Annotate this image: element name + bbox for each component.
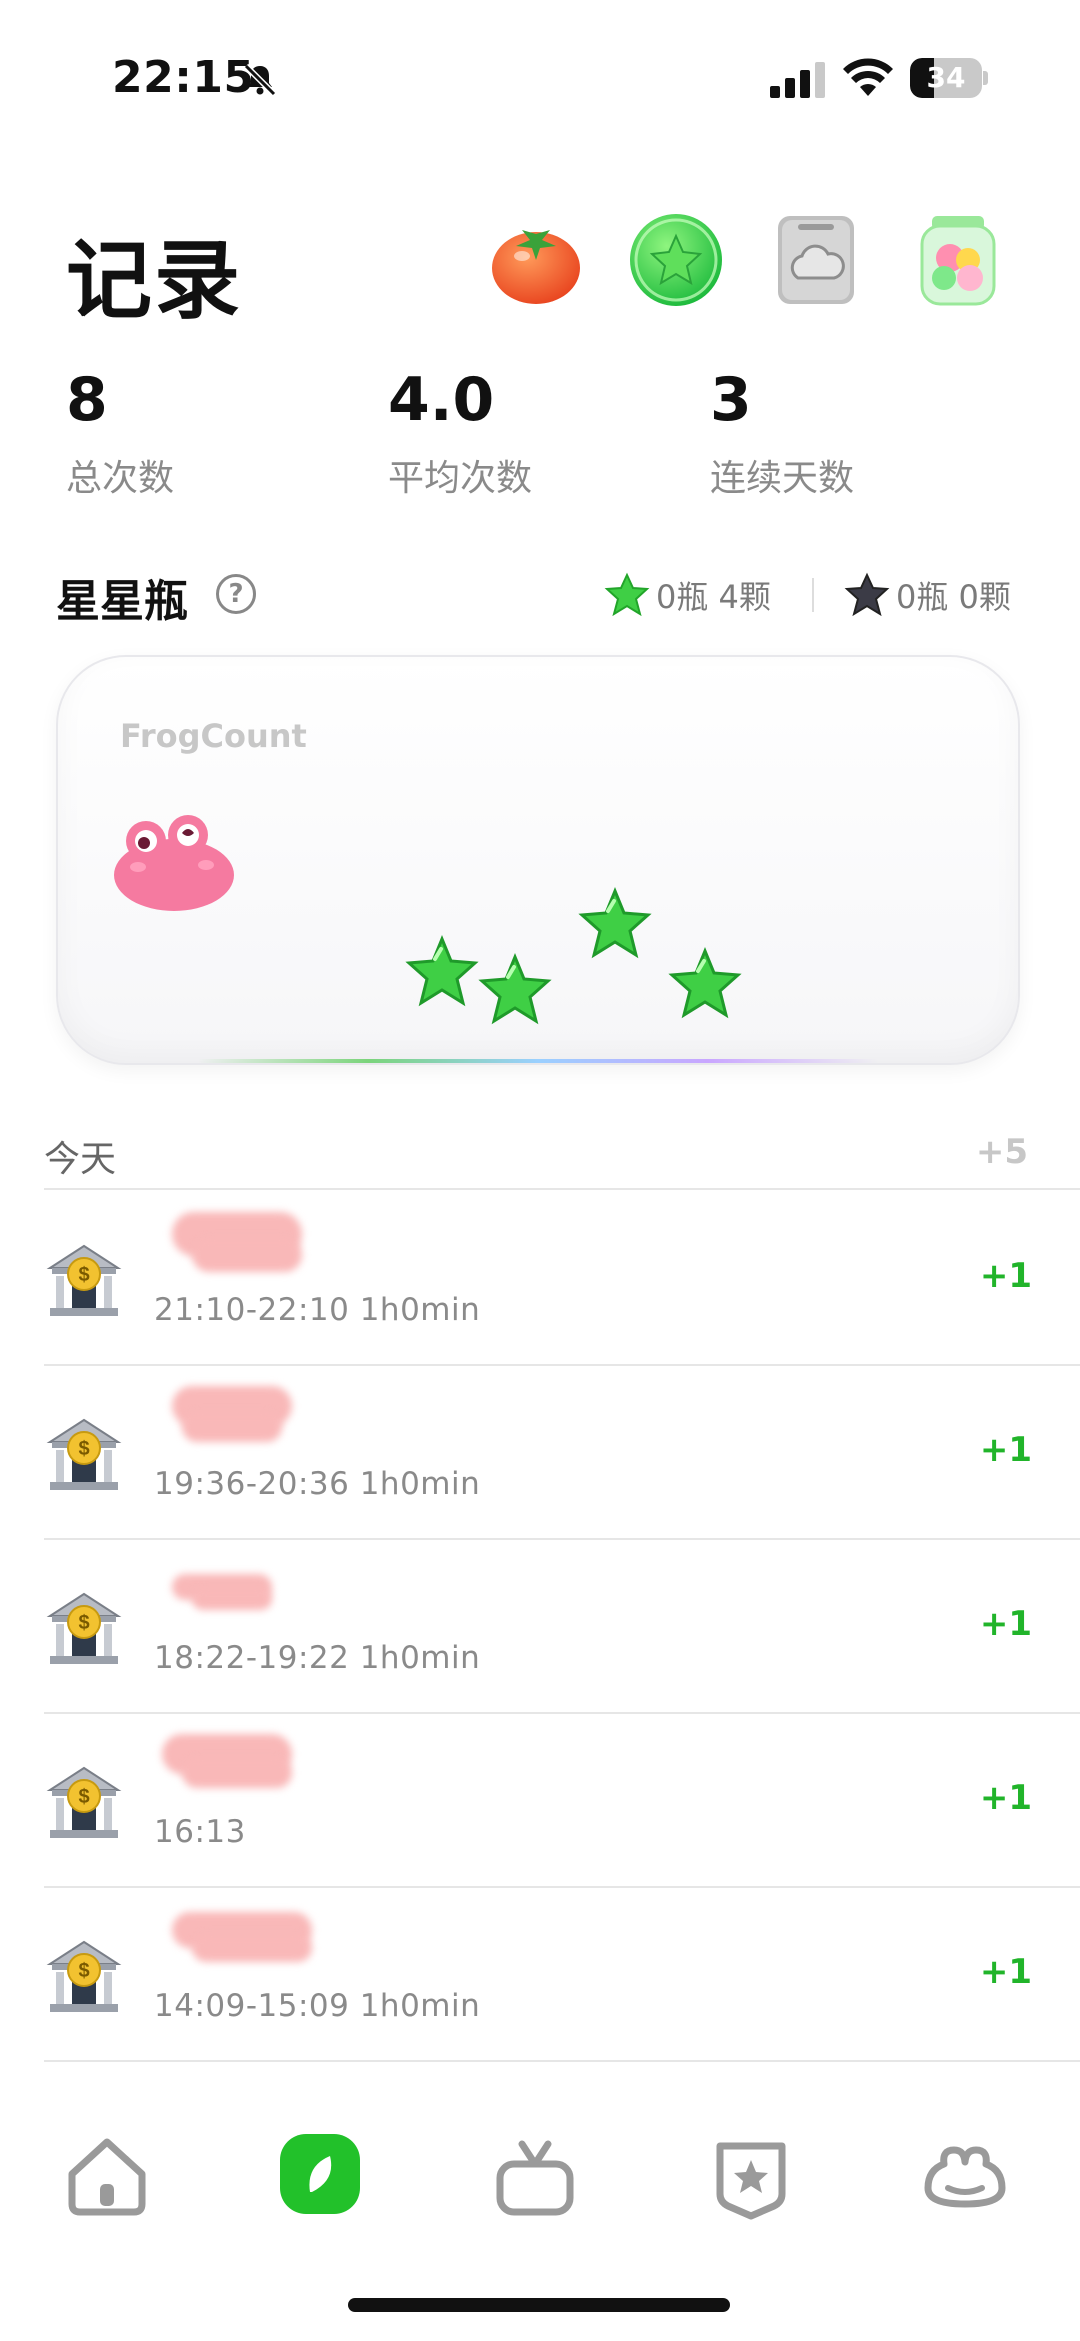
svg-text:$: $	[78, 1264, 89, 1286]
svg-text:$: $	[78, 1786, 89, 1808]
gift-icon[interactable]	[490, 2130, 580, 2220]
home-icon[interactable]	[62, 2130, 152, 2220]
bank-icon: $	[46, 1418, 122, 1490]
stat-total-count: 8 总次数	[66, 365, 174, 501]
stat-value: 4.0	[388, 365, 495, 435]
list-item[interactable]: $ 14:09-15:09 1h0min +1	[44, 1886, 1080, 2060]
list-item[interactable]: $ 18:22-19:22 1h0min +1	[44, 1538, 1080, 1712]
green-star-icon	[478, 953, 552, 1025]
bank-icon: $	[46, 1766, 122, 1838]
bank-icon: $	[46, 1244, 122, 1316]
green-star-summary: 0瓶 4颗	[604, 572, 771, 618]
row-time: 16:13	[154, 1814, 246, 1850]
home-indicator[interactable]	[348, 2298, 730, 2312]
row-time: 21:10-22:10 1h0min	[154, 1292, 481, 1328]
divider	[44, 2060, 1080, 2062]
pink-frog-icon	[114, 815, 234, 911]
redacted-title	[132, 1734, 392, 1804]
row-time: 14:09-15:09 1h0min	[154, 1988, 481, 2024]
row-time: 19:36-20:36 1h0min	[154, 1466, 481, 1502]
row-count: +1	[979, 1430, 1032, 1470]
stat-average-count: 4.0 平均次数	[388, 365, 532, 501]
row-time: 18:22-19:22 1h0min	[154, 1640, 481, 1676]
battery-percent: 34	[926, 61, 966, 94]
status-bar: 22:15 34	[0, 0, 1080, 150]
frog-icon[interactable]	[920, 2130, 1010, 2220]
page-title: 记录	[66, 231, 242, 331]
today-total: +5	[975, 1132, 1028, 1172]
redaction-blob	[192, 1934, 312, 1962]
stat-label: 连续天数	[710, 458, 855, 499]
status-time: 22:15	[112, 52, 255, 103]
row-count: +1	[979, 1604, 1032, 1644]
star-jar-title: 星星瓶	[56, 576, 188, 627]
redaction-blob	[182, 1412, 282, 1442]
redaction-blob	[192, 1238, 302, 1272]
row-count: +1	[979, 1952, 1032, 1992]
tomato-icon[interactable]	[488, 212, 584, 308]
svg-text:$: $	[78, 1960, 89, 1982]
stat-value: 3	[710, 365, 752, 435]
dark-star-summary-text: 0瓶 0颗	[896, 578, 1011, 616]
redacted-title	[132, 1386, 392, 1456]
svg-text:$: $	[78, 1612, 89, 1634]
battery-indicator: 34	[910, 58, 988, 98]
jar-glow	[198, 1059, 878, 1063]
bank-icon: $	[46, 1940, 122, 2012]
stat-label: 总次数	[66, 458, 175, 499]
today-label: 今天	[44, 1139, 117, 1180]
green-star-icon	[578, 887, 652, 959]
redaction-blob	[182, 1758, 292, 1788]
green-star-icon	[405, 935, 479, 1007]
cloud-card-icon[interactable]	[768, 212, 864, 308]
list-item[interactable]: $ 19:36-20:36 1h0min +1	[44, 1364, 1080, 1538]
green-star-icon	[604, 572, 650, 617]
list-item[interactable]: $ 16:13 +1	[44, 1712, 1080, 1886]
bottom-tab-bar	[0, 2100, 1080, 2260]
wifi-icon	[843, 58, 893, 96]
redacted-title	[132, 1212, 392, 1282]
dark-star-icon	[844, 572, 890, 617]
stat-streak-days: 3 连续天数	[710, 365, 854, 501]
list-item[interactable]: $ 21:10-22:10 1h0min +1	[44, 1190, 1080, 1364]
cellular-signal-icon	[770, 62, 825, 98]
star-badge-icon[interactable]	[706, 2130, 796, 2220]
candy-jar-icon[interactable]	[910, 212, 1006, 308]
row-count: +1	[979, 1256, 1032, 1296]
stat-label: 平均次数	[388, 458, 533, 499]
redaction-blob	[192, 1588, 272, 1610]
help-icon[interactable]: ?	[216, 574, 256, 614]
green-star-summary-text: 0瓶 4颗	[656, 578, 771, 616]
redacted-title	[132, 1560, 392, 1630]
stat-value: 8	[66, 365, 108, 435]
svg-text:$: $	[78, 1438, 89, 1460]
bank-icon: $	[46, 1592, 122, 1664]
bell-muted-icon	[243, 63, 277, 97]
star-jar[interactable]: FrogCount	[56, 655, 1020, 1065]
dark-star-summary: 0瓶 0颗	[844, 572, 1011, 618]
green-star-bubble-icon[interactable]	[628, 212, 724, 308]
summary-divider	[812, 578, 814, 612]
jar-brand-label: FrogCount	[120, 717, 307, 755]
row-count: +1	[979, 1778, 1032, 1818]
redacted-title	[132, 1908, 392, 1978]
record-leaf-icon[interactable]	[280, 2134, 360, 2214]
green-star-icon	[668, 947, 742, 1019]
